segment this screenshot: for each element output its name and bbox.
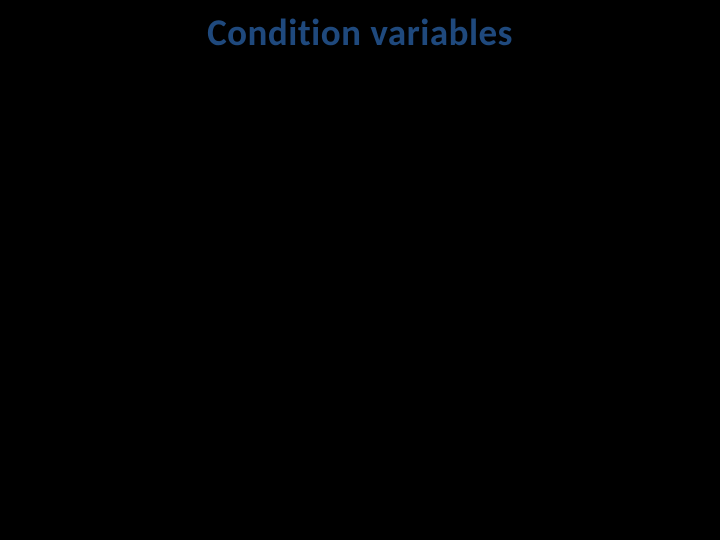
bullet-icon: • bbox=[56, 224, 74, 251]
slide-body: Use [Hoare] a condition variable to wait… bbox=[0, 55, 720, 419]
b0-pre: atomically release bbox=[74, 195, 247, 223]
wait-label: wait(m, c) : bbox=[22, 154, 698, 185]
b1-it2: c bbox=[403, 224, 413, 252]
b1-pre: wake up holding bbox=[74, 224, 232, 252]
slide: Condition variables Use [Hoare] a condit… bbox=[0, 0, 720, 540]
b1-mid: sometime after bbox=[250, 224, 403, 252]
bullet-icon: • bbox=[56, 195, 74, 222]
bullet-text: atomically release m and sleep, waiting … bbox=[74, 195, 698, 224]
bullet-list: • atomically release m and sleep, waitin… bbox=[22, 195, 698, 253]
list-item: • atomically release m and sleep, waitin… bbox=[56, 195, 698, 224]
b0-mid: and sleep, waiting for condition bbox=[266, 195, 570, 223]
broadcast-it: c bbox=[498, 286, 509, 318]
posix-line-1: POSIX (e.g. , Linux): pthread_cond_wait, bbox=[22, 354, 698, 385]
slide-title: Condition variables bbox=[0, 0, 720, 55]
signal-it: c bbox=[460, 252, 471, 284]
b1-post: was signaled bbox=[413, 224, 537, 252]
list-item: • wake up holding m sometime after c was… bbox=[56, 224, 698, 253]
b0-it1: m bbox=[247, 195, 265, 223]
b1-it1: m bbox=[232, 224, 250, 252]
bullet-text: wake up holding m sometime after c was s… bbox=[74, 224, 698, 253]
intro-text: Use [Hoare] a condition variable to wait… bbox=[22, 61, 698, 122]
posix-line-2: pthread_cond_signal, pthread_cond_broadc… bbox=[22, 389, 698, 420]
signal-line: signal(c) : wake up one thread waiting o… bbox=[22, 253, 698, 284]
intro-underline: condition variable bbox=[172, 60, 361, 92]
intro-pre: Use [Hoare] a bbox=[22, 60, 172, 92]
signal-label: signal(c) : wake up one thread waiting o… bbox=[22, 252, 460, 284]
broadcast-line: broadcast(c) : wake up all threads waiti… bbox=[22, 287, 698, 318]
b0-it2: c bbox=[570, 195, 580, 223]
broadcast-label: broadcast(c) : wake up all threads waiti… bbox=[22, 286, 498, 318]
